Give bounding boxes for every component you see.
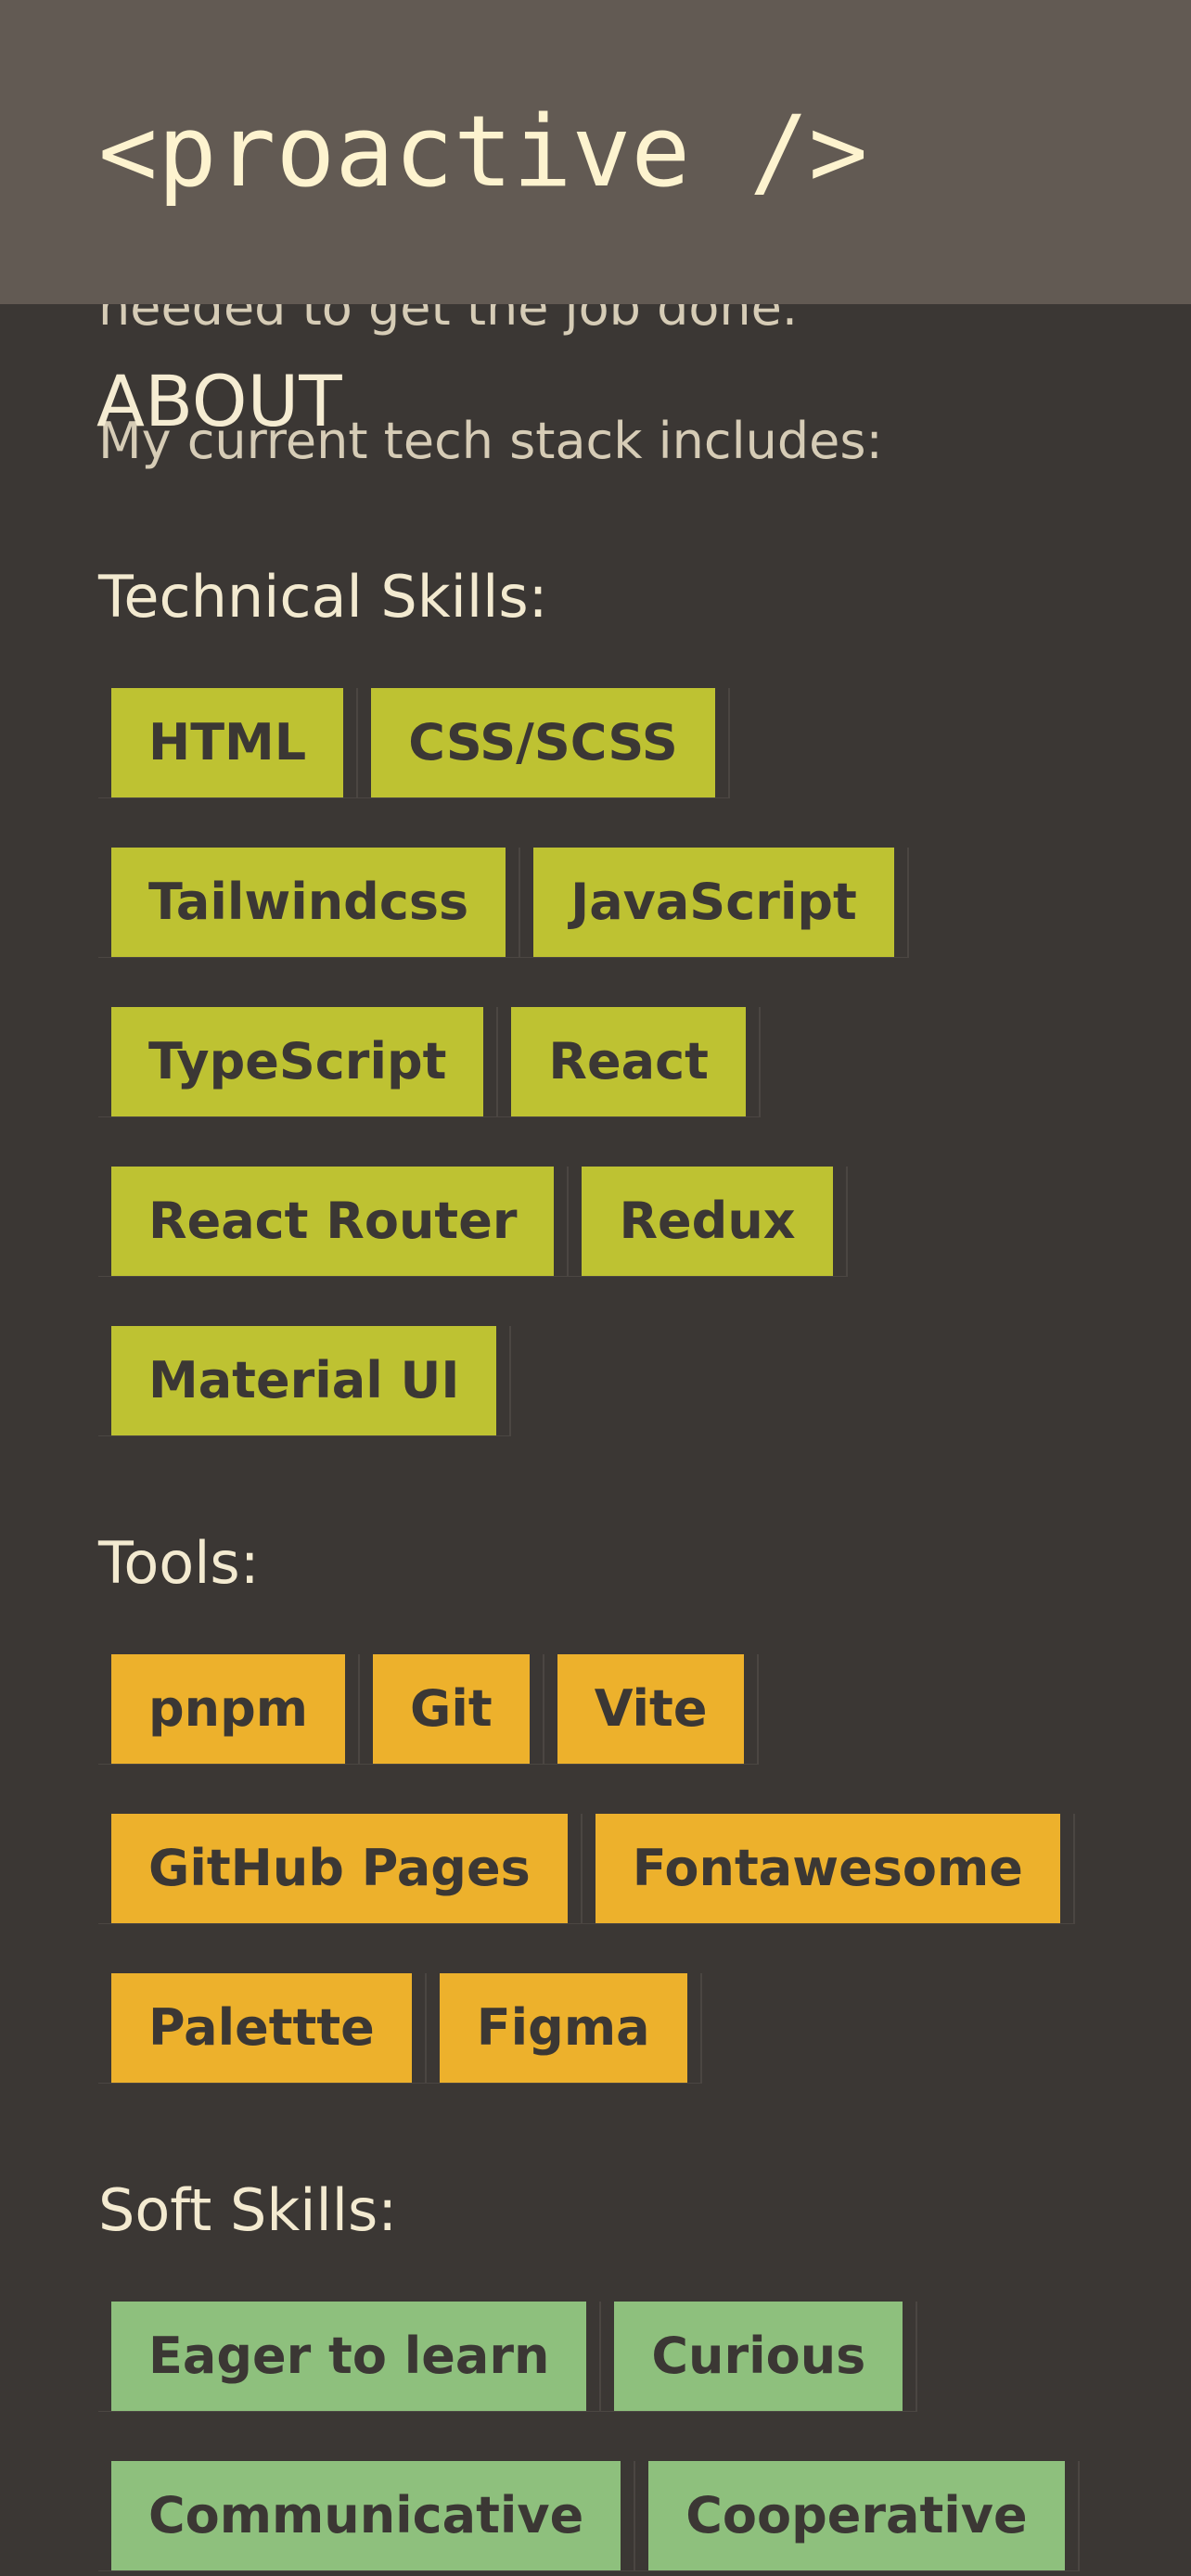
tools-row: pnpm Git Vite	[98, 1654, 760, 1765]
tool-tag-vite[interactable]: Vite	[557, 1654, 760, 1764]
skill-tag-html[interactable]: HTML	[111, 688, 359, 797]
technical-skills-row: HTML CSS/SCSS	[98, 688, 730, 798]
site-header: <proactive />	[0, 0, 1191, 304]
technical-skills-heading: Technical Skills:	[98, 563, 548, 631]
soft-tag-cooperative[interactable]: Cooperative	[648, 2461, 1080, 2570]
skill-tag-react-router[interactable]: React Router	[111, 1167, 570, 1276]
tool-tag-fontawesome[interactable]: Fontawesome	[595, 1814, 1076, 1923]
skill-tag-material-ui[interactable]: Material UI	[111, 1326, 512, 1435]
technical-skills-row: React Router Redux	[98, 1167, 848, 1277]
skill-tag-css-scss[interactable]: CSS/SCSS	[371, 688, 730, 797]
about-section: needed to get the job done. My current t…	[0, 0, 1191, 2576]
tool-tag-github-pages[interactable]: GitHub Pages	[111, 1814, 583, 1923]
skill-tag-react[interactable]: React	[511, 1007, 762, 1116]
tool-tag-pnpm[interactable]: pnpm	[111, 1654, 361, 1764]
soft-skills-row: Eager to learn Curious	[98, 2302, 918, 2412]
skill-tag-javascript[interactable]: JavaScript	[533, 848, 909, 957]
tools-row: Palettte Figma	[98, 1973, 702, 2084]
soft-skills-row: Communicative Cooperative	[98, 2461, 1080, 2571]
technical-skills-row: Tailwindcss JavaScript	[98, 848, 909, 958]
soft-tag-curious[interactable]: Curious	[614, 2302, 918, 2411]
tools-heading: Tools:	[98, 1529, 260, 1597]
tool-tag-figma[interactable]: Figma	[439, 1973, 702, 2083]
soft-tag-eager-to-learn[interactable]: Eager to learn	[111, 2302, 602, 2411]
about-heading: ABOUT	[96, 360, 342, 442]
technical-skills-row: Material UI	[98, 1326, 512, 1436]
tool-tag-palette[interactable]: Palettte	[111, 1973, 427, 2083]
technical-skills-row: TypeScript React	[98, 1007, 762, 1117]
skill-tag-tailwindcss[interactable]: Tailwindcss	[111, 848, 521, 957]
soft-tag-communicative[interactable]: Communicative	[111, 2461, 636, 2570]
soft-skills-heading: Soft Skills:	[98, 2176, 398, 2244]
skill-tag-typescript[interactable]: TypeScript	[111, 1007, 499, 1116]
tools-row: GitHub Pages Fontawesome	[98, 1814, 1076, 1924]
site-logo[interactable]: <proactive />	[98, 95, 868, 210]
tool-tag-git[interactable]: Git	[373, 1654, 544, 1764]
skill-tag-redux[interactable]: Redux	[582, 1167, 848, 1276]
